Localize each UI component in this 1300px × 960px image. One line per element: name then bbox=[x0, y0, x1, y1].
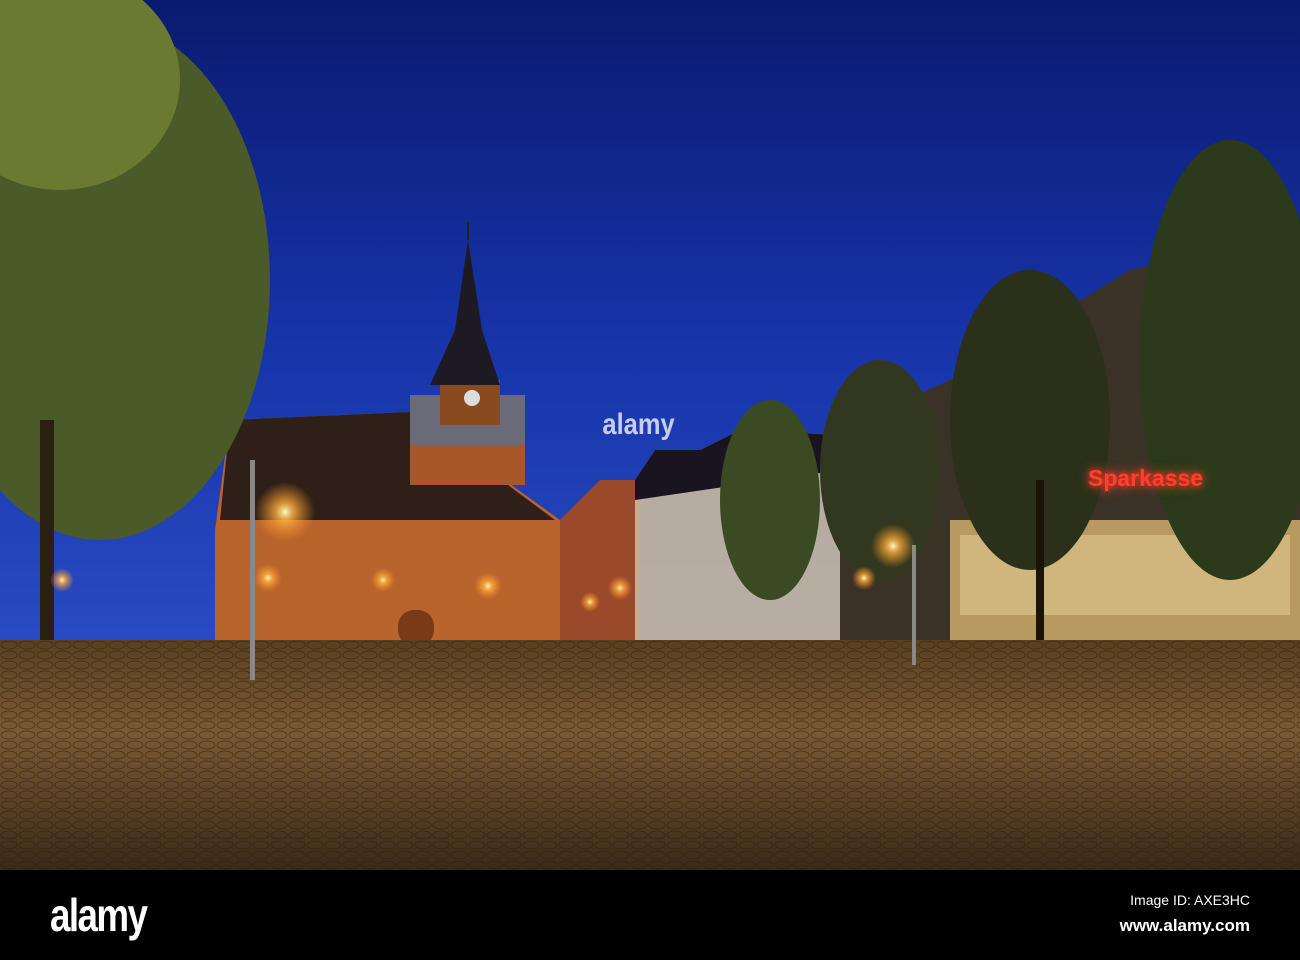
sparkasse-neon-sign: Sparkasse bbox=[1088, 465, 1204, 491]
watermark: alamy bbox=[602, 408, 675, 441]
site-url: www.alamy.com bbox=[1119, 916, 1250, 935]
footer-bar: alamy Image ID: AXE3HC www.alamy.com bbox=[0, 870, 1300, 960]
alamy-logo: alamy bbox=[50, 889, 148, 941]
image-id: Image ID: AXE3HC bbox=[1130, 892, 1250, 908]
